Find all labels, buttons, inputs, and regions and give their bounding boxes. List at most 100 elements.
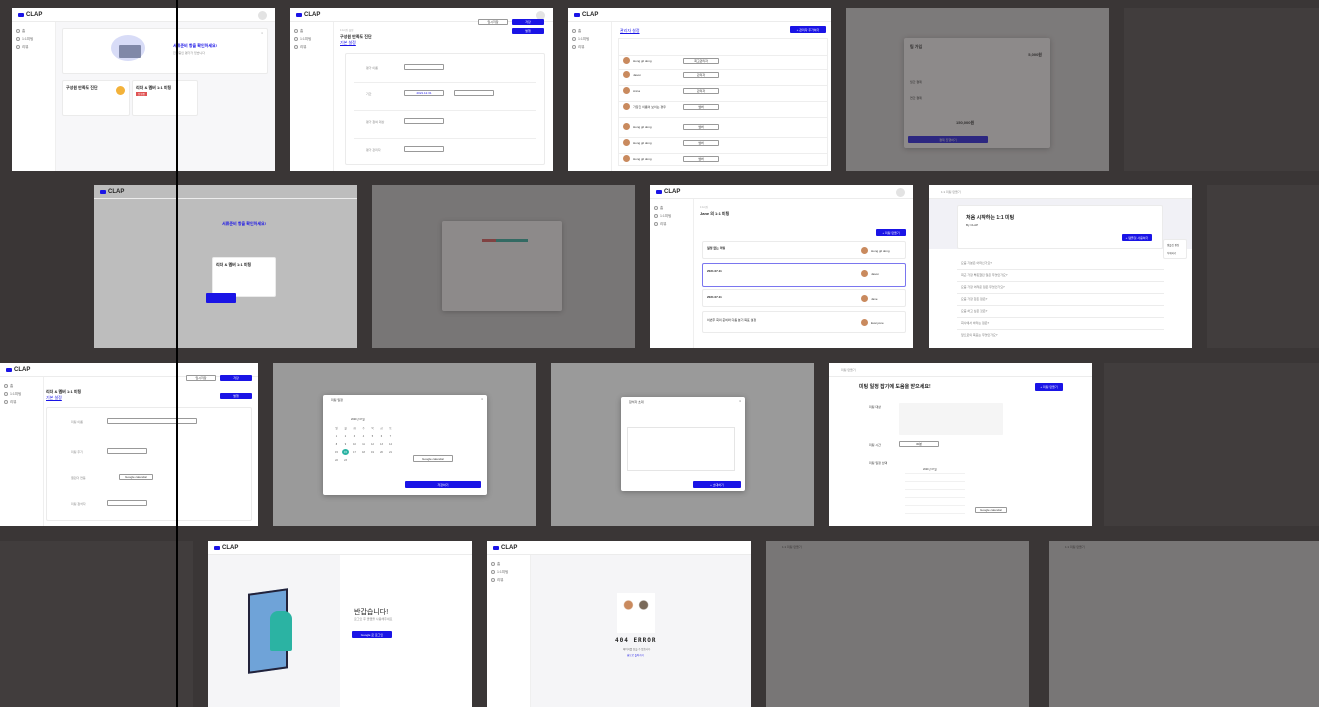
day[interactable]: 15	[333, 449, 340, 455]
day[interactable]: 17	[351, 449, 358, 455]
sidebar-item-home[interactable]: 홈	[491, 560, 526, 568]
save-button[interactable]: 저장	[220, 375, 252, 381]
google-calendar-button[interactable]: Google calendar	[413, 455, 453, 462]
name-input[interactable]	[404, 64, 444, 70]
day[interactable]: 21	[387, 449, 394, 455]
breadcrumb[interactable]: 1:1미팅 설정	[340, 28, 353, 32]
sidebar-item-review[interactable]: 리뷰	[16, 43, 51, 51]
sidebar-item-home[interactable]: 홈	[654, 204, 689, 212]
day[interactable]: 5	[369, 433, 376, 439]
breadcrumb[interactable]: 1:1미팅	[700, 205, 708, 209]
role-select[interactable]: 멤버	[683, 124, 719, 130]
day[interactable]: 2	[342, 433, 349, 439]
sidebar-item-meeting[interactable]: 1:1미팅	[4, 390, 39, 398]
day[interactable]: 10	[351, 441, 358, 447]
checkout-button[interactable]: 결제 진행하기	[908, 136, 988, 143]
google-calendar-button[interactable]: Google calendar	[975, 507, 1007, 513]
menu-item-delete[interactable]: 삭제하기	[1167, 251, 1176, 255]
day[interactable]: 13	[378, 441, 385, 447]
attendee-box[interactable]	[899, 403, 1003, 435]
sidebar-item-meeting[interactable]: 1:1미팅	[294, 35, 329, 43]
day[interactable]: 3	[351, 433, 358, 439]
sidebar-item-review[interactable]: 리뷰	[572, 43, 607, 51]
role-select[interactable]: 멤버	[683, 156, 719, 162]
role-select[interactable]: 관리자	[683, 88, 719, 94]
cycle-select[interactable]	[107, 448, 147, 454]
meeting-card[interactable]: 리더 & 멤버 1:1 미팅 진행중	[132, 80, 198, 116]
review-card[interactable]: 구성원 만족도 진단	[62, 80, 130, 116]
time-select[interactable]: 30분	[899, 441, 939, 447]
close-icon[interactable]: ×	[481, 397, 483, 401]
plan-yearly[interactable]: 연간 결제	[910, 96, 922, 100]
temp-save-button[interactable]: 임시저장	[186, 375, 216, 381]
meeting-popover[interactable]: 리더 & 멤버 1:1 미팅	[212, 257, 276, 297]
close-icon[interactable]: ×	[739, 399, 741, 403]
google-calendar-button[interactable]: Google calendar	[119, 474, 153, 480]
attendee-input[interactable]	[107, 500, 147, 506]
meeting-item[interactable]: 2021.07.11 Jane	[702, 289, 906, 307]
day[interactable]: 1	[333, 433, 340, 439]
home-link[interactable]: 홈으로 돌아가기	[627, 653, 644, 657]
menu-item-edit[interactable]: 템플릿 편집	[1167, 243, 1179, 247]
day[interactable]: 8	[333, 441, 340, 447]
day[interactable]: 6	[378, 433, 385, 439]
sidebar-item-home[interactable]: 홈	[4, 382, 39, 390]
meeting-item[interactable]: 2021.07.11 Jason	[702, 263, 906, 287]
admin-input[interactable]	[404, 146, 444, 152]
add-admin-button[interactable]: + 관리자 추가하기	[790, 26, 826, 33]
plan-monthly[interactable]: 월간 결제	[910, 80, 922, 84]
date-input[interactable]: 2021.12.31	[404, 90, 444, 96]
use-template-button[interactable]: + 템플릿 사용하기	[1122, 234, 1152, 241]
role-select[interactable]: 최고관리자	[683, 58, 719, 64]
publish-button[interactable]: 발행	[220, 393, 252, 399]
meeting-item[interactable]: 이번주 회의 준비와 다음 분기 목표 설정 Everyone	[702, 311, 906, 333]
day[interactable]: 11	[360, 441, 367, 447]
day[interactable]: 20	[378, 449, 385, 455]
logo: CLAP	[493, 545, 517, 551]
google-login-button[interactable]: Google 로 로그인	[352, 631, 392, 638]
sidebar-item-meeting[interactable]: 1:1미팅	[16, 35, 51, 43]
avatar[interactable]	[258, 11, 267, 20]
sidebar-item-home[interactable]: 홈	[16, 27, 51, 35]
meeting-item[interactable]: 일정 없는 미팅 Hong gil dong	[702, 241, 906, 259]
selected-day[interactable]: 15	[342, 449, 349, 455]
sidebar-item-review[interactable]: 리뷰	[294, 43, 329, 51]
create-meeting-button[interactable]: + 미팅 만들기	[1035, 383, 1063, 391]
avatar[interactable]	[896, 188, 905, 197]
day[interactable]: 12	[369, 441, 376, 447]
day[interactable]: 18	[360, 449, 367, 455]
sidebar-item-home[interactable]: 홈	[572, 27, 607, 35]
attendee-list[interactable]	[627, 427, 735, 471]
day[interactable]: 23	[342, 457, 349, 463]
publish-button[interactable]: 발행	[512, 28, 544, 34]
day[interactable]: 9	[342, 441, 349, 447]
invite-button[interactable]: + 초대하기	[693, 481, 741, 488]
day[interactable]: 22	[333, 457, 340, 463]
day[interactable]: 4	[360, 433, 367, 439]
role-select[interactable]: 멤버	[683, 140, 719, 146]
day[interactable]: 19	[369, 449, 376, 455]
save-button[interactable]: 저장하기	[405, 481, 481, 488]
temp-save-button[interactable]: 임시저장	[478, 19, 508, 25]
sidebar-item-meeting[interactable]: 1:1미팅	[654, 212, 689, 220]
calendar-grid[interactable]	[905, 473, 965, 521]
target-input[interactable]	[404, 118, 444, 124]
role-select[interactable]: 멤버	[683, 104, 719, 110]
day[interactable]: 14	[387, 441, 394, 447]
sidebar-item-review[interactable]: 리뷰	[654, 220, 689, 228]
calendar-grid[interactable]: 일 월 화 수 목 금 토 1 2 3 4 5 6 7 8 9 10 11 12…	[333, 425, 394, 463]
new-meeting-button[interactable]: + 미팅 만들기	[876, 229, 906, 236]
sidebar-item-review[interactable]: 리뷰	[491, 576, 526, 584]
day[interactable]: 7	[387, 433, 394, 439]
sidebar-item-review[interactable]: 리뷰	[4, 398, 39, 406]
sidebar-item-meeting[interactable]: 1:1미팅	[491, 568, 526, 576]
role-select[interactable]: 관리자	[683, 72, 719, 78]
progress-bar	[482, 239, 528, 242]
sidebar-item-meeting[interactable]: 1:1미팅	[572, 35, 607, 43]
save-button[interactable]: 저장	[512, 19, 544, 25]
meeting-name-input[interactable]	[107, 418, 197, 424]
period-select[interactable]	[454, 90, 494, 96]
close-icon[interactable]: ×	[261, 31, 263, 35]
sidebar-item-home[interactable]: 홈	[294, 27, 329, 35]
meeting-setup-screen: CLAP 홈 1:1미팅 리뷰 리더 & 멤버 1:1 미팅 기본 설정 임시저…	[0, 363, 258, 526]
